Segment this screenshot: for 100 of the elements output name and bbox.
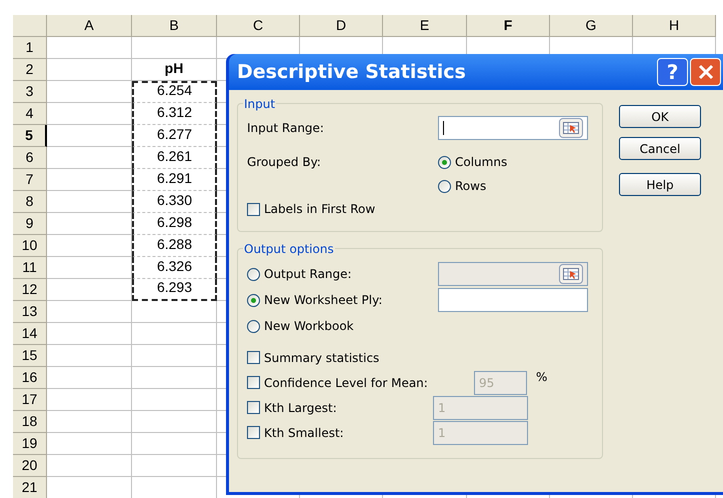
radio-label[interactable]: Rows bbox=[455, 177, 486, 195]
dialog-button[interactable]: Help bbox=[619, 173, 701, 196]
row-header[interactable]: 3 bbox=[13, 81, 47, 103]
table-cell[interactable] bbox=[132, 37, 217, 59]
table-cell[interactable] bbox=[47, 367, 132, 389]
checkbox-label[interactable]: Kth Largest: bbox=[264, 398, 337, 416]
row-header[interactable]: 9 bbox=[13, 213, 47, 235]
checkbox-label[interactable]: Labels in First Row bbox=[264, 200, 376, 218]
table-cell[interactable] bbox=[47, 389, 132, 411]
radio-button[interactable] bbox=[247, 294, 260, 306]
table-cell[interactable] bbox=[47, 147, 132, 169]
table-cell[interactable] bbox=[47, 279, 132, 301]
table-cell: 6.288 bbox=[132, 235, 217, 257]
table-cell[interactable] bbox=[47, 323, 132, 345]
table-cell[interactable] bbox=[47, 59, 132, 81]
radio-label[interactable]: New Workbook bbox=[264, 317, 354, 335]
row-header[interactable]: 1 bbox=[13, 37, 47, 59]
table-cell: 6.326 bbox=[132, 257, 217, 279]
checkbox[interactable] bbox=[247, 351, 260, 364]
row-header[interactable]: 13 bbox=[13, 301, 47, 323]
table-cell[interactable] bbox=[132, 323, 217, 345]
column-header[interactable]: G bbox=[550, 15, 633, 37]
table-cell[interactable] bbox=[47, 235, 132, 257]
checkbox-label[interactable]: Confidence Level for Mean: bbox=[264, 374, 428, 392]
row-header[interactable]: 10 bbox=[13, 235, 47, 257]
table-cell[interactable] bbox=[47, 301, 132, 323]
dialog-button[interactable]: Cancel bbox=[619, 137, 701, 160]
table-cell[interactable] bbox=[132, 389, 217, 411]
table-cell[interactable] bbox=[132, 411, 217, 433]
table-cell[interactable] bbox=[47, 455, 132, 477]
row-header[interactable]: 2 bbox=[13, 59, 47, 81]
table-cell: 6.330 bbox=[132, 191, 217, 213]
radio-label[interactable]: New Worksheet Ply: bbox=[264, 291, 382, 309]
radio-label[interactable]: Output Range: bbox=[264, 265, 352, 283]
table-cell[interactable] bbox=[47, 213, 132, 235]
table-cell[interactable] bbox=[132, 455, 217, 477]
table-cell[interactable] bbox=[132, 367, 217, 389]
grid-arrow-icon bbox=[563, 268, 579, 280]
column-header[interactable]: H bbox=[633, 15, 716, 37]
help-button[interactable]: ? bbox=[657, 58, 688, 86]
row-header[interactable]: 14 bbox=[13, 323, 47, 345]
range-picker-button[interactable] bbox=[559, 118, 583, 138]
field-label: Grouped By: bbox=[247, 154, 322, 171]
row-header[interactable]: 5 bbox=[13, 125, 47, 147]
unit-label: % bbox=[536, 369, 548, 386]
row-header[interactable]: 12 bbox=[13, 279, 47, 301]
radio-button[interactable] bbox=[438, 180, 451, 192]
radio-button[interactable] bbox=[438, 156, 451, 168]
checkbox-label[interactable]: Kth Smallest: bbox=[264, 424, 344, 442]
table-cell[interactable] bbox=[47, 191, 132, 213]
row-header[interactable]: 17 bbox=[13, 389, 47, 411]
row-header[interactable]: 4 bbox=[13, 103, 47, 125]
column-header[interactable]: A bbox=[47, 15, 132, 37]
table-cell[interactable] bbox=[132, 345, 217, 367]
column-header[interactable]: C bbox=[217, 15, 300, 37]
table-cell: 6.291 bbox=[132, 169, 217, 191]
table-cell[interactable] bbox=[47, 103, 132, 125]
table-cell[interactable] bbox=[47, 433, 132, 455]
checkbox-label[interactable]: Summary statistics bbox=[264, 348, 380, 366]
close-icon bbox=[698, 64, 714, 80]
row-header[interactable]: 16 bbox=[13, 367, 47, 389]
column-header[interactable]: D bbox=[300, 15, 383, 37]
table-cell[interactable] bbox=[47, 125, 132, 147]
radio-button[interactable] bbox=[247, 320, 260, 332]
input-field[interactable] bbox=[438, 288, 588, 312]
table-cell[interactable] bbox=[47, 169, 132, 191]
row-header[interactable]: 19 bbox=[13, 433, 47, 455]
table-cell[interactable] bbox=[47, 411, 132, 433]
column-header[interactable]: F bbox=[467, 15, 550, 37]
table-cell: 6.261 bbox=[132, 147, 217, 169]
table-cell[interactable] bbox=[47, 257, 132, 279]
checkbox[interactable] bbox=[247, 426, 260, 439]
radio-button[interactable] bbox=[247, 268, 260, 280]
radio-label[interactable]: Columns bbox=[455, 153, 508, 171]
table-cell[interactable] bbox=[132, 301, 217, 323]
row-header[interactable]: 20 bbox=[13, 455, 47, 477]
row-header[interactable]: 6 bbox=[13, 147, 47, 169]
table-cell[interactable] bbox=[47, 345, 132, 367]
row-header[interactable]: 21 bbox=[13, 477, 47, 498]
window-title: Descriptive Statistics bbox=[237, 60, 467, 85]
row-header[interactable]: 18 bbox=[13, 411, 47, 433]
input-field[interactable] bbox=[438, 116, 588, 140]
table-cell: 6.254 bbox=[132, 81, 217, 103]
close-button[interactable] bbox=[690, 58, 721, 86]
row-header[interactable]: 11 bbox=[13, 257, 47, 279]
checkbox[interactable] bbox=[247, 401, 260, 414]
checkbox[interactable] bbox=[247, 202, 260, 216]
table-cell: 6.298 bbox=[132, 213, 217, 235]
column-header[interactable]: E bbox=[383, 15, 467, 37]
table-cell[interactable] bbox=[47, 37, 132, 59]
checkbox[interactable] bbox=[247, 376, 260, 389]
row-header[interactable]: 7 bbox=[13, 169, 47, 191]
row-header[interactable]: 15 bbox=[13, 345, 47, 367]
table-cell[interactable] bbox=[47, 81, 132, 103]
row-header[interactable]: 8 bbox=[13, 191, 47, 213]
dialog-button[interactable]: OK bbox=[619, 105, 701, 128]
table-cell[interactable] bbox=[132, 433, 217, 455]
corner-header[interactable] bbox=[13, 15, 47, 37]
column-header[interactable]: B bbox=[132, 15, 217, 37]
field-label: Input Range: bbox=[247, 120, 325, 137]
